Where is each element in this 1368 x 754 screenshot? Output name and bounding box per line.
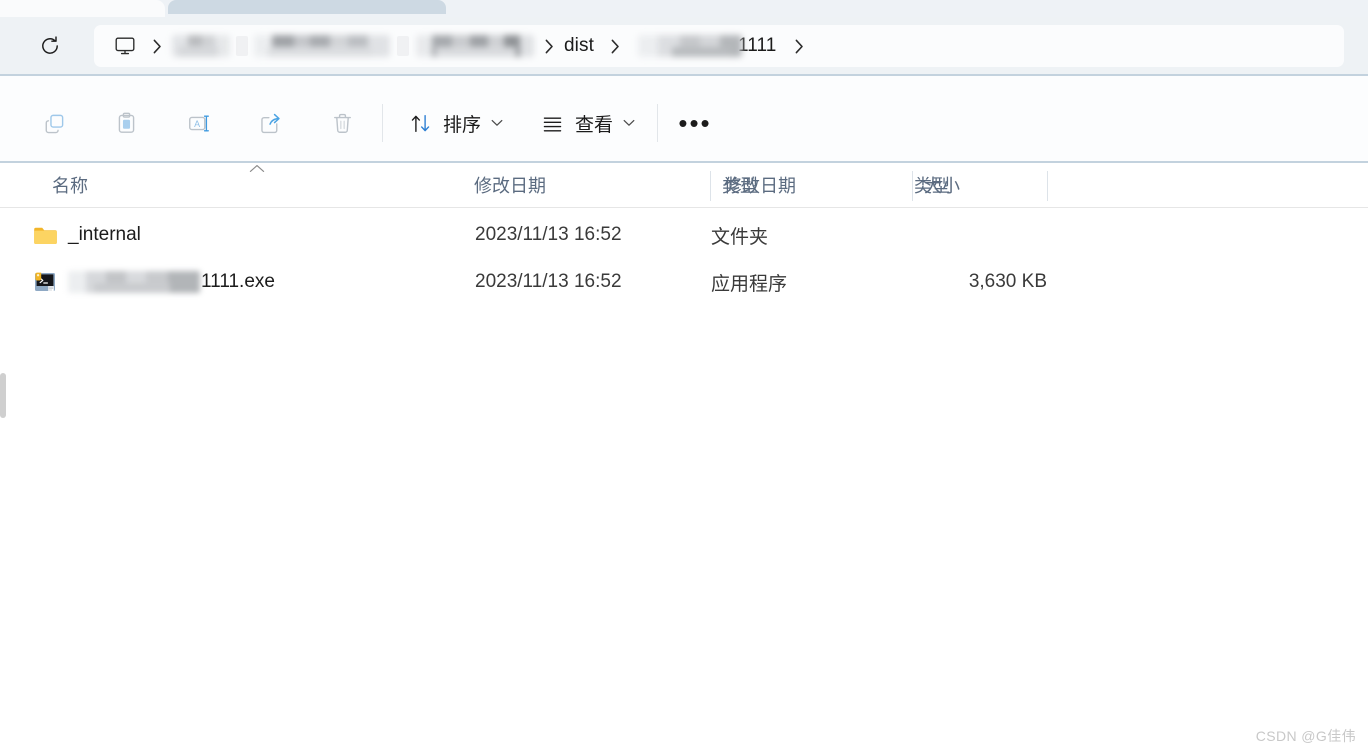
breadcrumb-item-dist[interactable]: dist — [564, 35, 594, 57]
copy-button[interactable] — [32, 103, 76, 143]
sort-button[interactable]: 排序 — [400, 104, 512, 142]
sort-button-label: 排序 — [443, 114, 482, 136]
more-options-button[interactable]: ••• — [672, 104, 718, 142]
refresh-button[interactable] — [31, 27, 69, 65]
chevron-right-icon — [594, 39, 638, 54]
column-divider-1[interactable] — [710, 171, 711, 201]
breadcrumb-item-redacted-4[interactable] — [637, 35, 742, 57]
breadcrumb-item-redacted-3[interactable] — [416, 35, 534, 57]
rename-button[interactable]: A — [176, 103, 220, 143]
file-list: _internal 2023/11/13 16:52 文件夹 1111.exe … — [0, 208, 1368, 754]
sort-arrows-icon — [409, 112, 432, 135]
view-list-icon — [541, 112, 564, 135]
tab-active[interactable] — [0, 0, 165, 17]
exe-application-icon — [32, 269, 58, 295]
file-name-text: _internal — [68, 224, 141, 245]
copy-icon — [45, 114, 63, 133]
file-explorer-window: dist 1111 A 排序 查看 ••• 名称 修改日期 类型 修改日期 类型… — [0, 0, 1368, 754]
breadcrumb[interactable]: dist 1111 — [94, 25, 1344, 67]
column-header-name[interactable]: 名称 — [52, 163, 88, 207]
folder-icon — [32, 222, 58, 248]
chevron-down-icon — [623, 119, 635, 127]
file-size-cell: 3,630 KB — [968, 271, 1047, 292]
this-pc-monitor-icon[interactable] — [112, 34, 138, 58]
sort-ascending-indicator — [248, 164, 266, 176]
watermark: CSDN @G佳伟 — [1255, 728, 1356, 744]
breadcrumb-separator-faint-1 — [230, 36, 254, 56]
chevron-down-icon — [491, 119, 503, 127]
paste-icon — [118, 112, 134, 133]
breadcrumb-separator-faint-2 — [390, 36, 416, 56]
column-header-date-modified-text: 修改日期 — [474, 176, 546, 196]
view-button[interactable]: 查看 — [532, 104, 644, 142]
file-name-redacted — [68, 271, 200, 293]
file-date-cell: 2023/11/13 16:52 — [475, 224, 622, 245]
share-button[interactable] — [248, 103, 292, 143]
tab-strip — [0, 0, 1368, 17]
paste-button[interactable] — [104, 103, 148, 143]
breadcrumb-item-redacted-1[interactable] — [172, 35, 230, 57]
chevron-right-icon[interactable] — [776, 39, 822, 54]
toolbar-divider-1 — [382, 104, 383, 142]
table-row[interactable]: 1111.exe 2023/11/13 16:52 应用程序 3,630 KB — [12, 262, 1356, 302]
breadcrumb-item-current-folder[interactable]: 1111 — [738, 35, 776, 57]
file-name-cell[interactable]: 1111.exe — [32, 262, 275, 302]
delete-button[interactable] — [320, 103, 364, 143]
file-type-cell: 文件夹 — [711, 226, 769, 248]
svg-text:A: A — [194, 119, 200, 129]
breadcrumb-item-redacted-2[interactable] — [254, 35, 390, 57]
rename-icon: A — [188, 115, 209, 131]
column-header-size-text: 大小 — [924, 176, 960, 196]
file-name-cell[interactable]: _internal — [32, 215, 141, 255]
chevron-right-icon — [142, 39, 172, 54]
refresh-icon — [42, 36, 58, 54]
column-header-row: 名称 修改日期 类型 — [0, 163, 1368, 208]
table-row[interactable]: _internal 2023/11/13 16:52 文件夹 — [12, 215, 1356, 255]
file-date-cell: 2023/11/13 16:52 — [475, 271, 622, 292]
file-size-cell — [912, 215, 1047, 255]
share-icon — [260, 113, 280, 133]
file-type-cell: 应用程序 — [711, 273, 788, 295]
toolbar-divider-2 — [657, 104, 658, 142]
chevron-right-icon — [534, 39, 564, 54]
vertical-scrollbar-thumb[interactable] — [0, 373, 6, 418]
tab-inactive[interactable] — [168, 0, 446, 14]
file-name-text: 1111.exe — [201, 271, 275, 292]
column-divider-2[interactable] — [912, 171, 913, 201]
column-header-type-text: 类型 — [722, 176, 758, 196]
trash-icon — [333, 113, 351, 133]
column-divider-3[interactable] — [1047, 171, 1048, 201]
view-button-label: 查看 — [575, 114, 614, 136]
